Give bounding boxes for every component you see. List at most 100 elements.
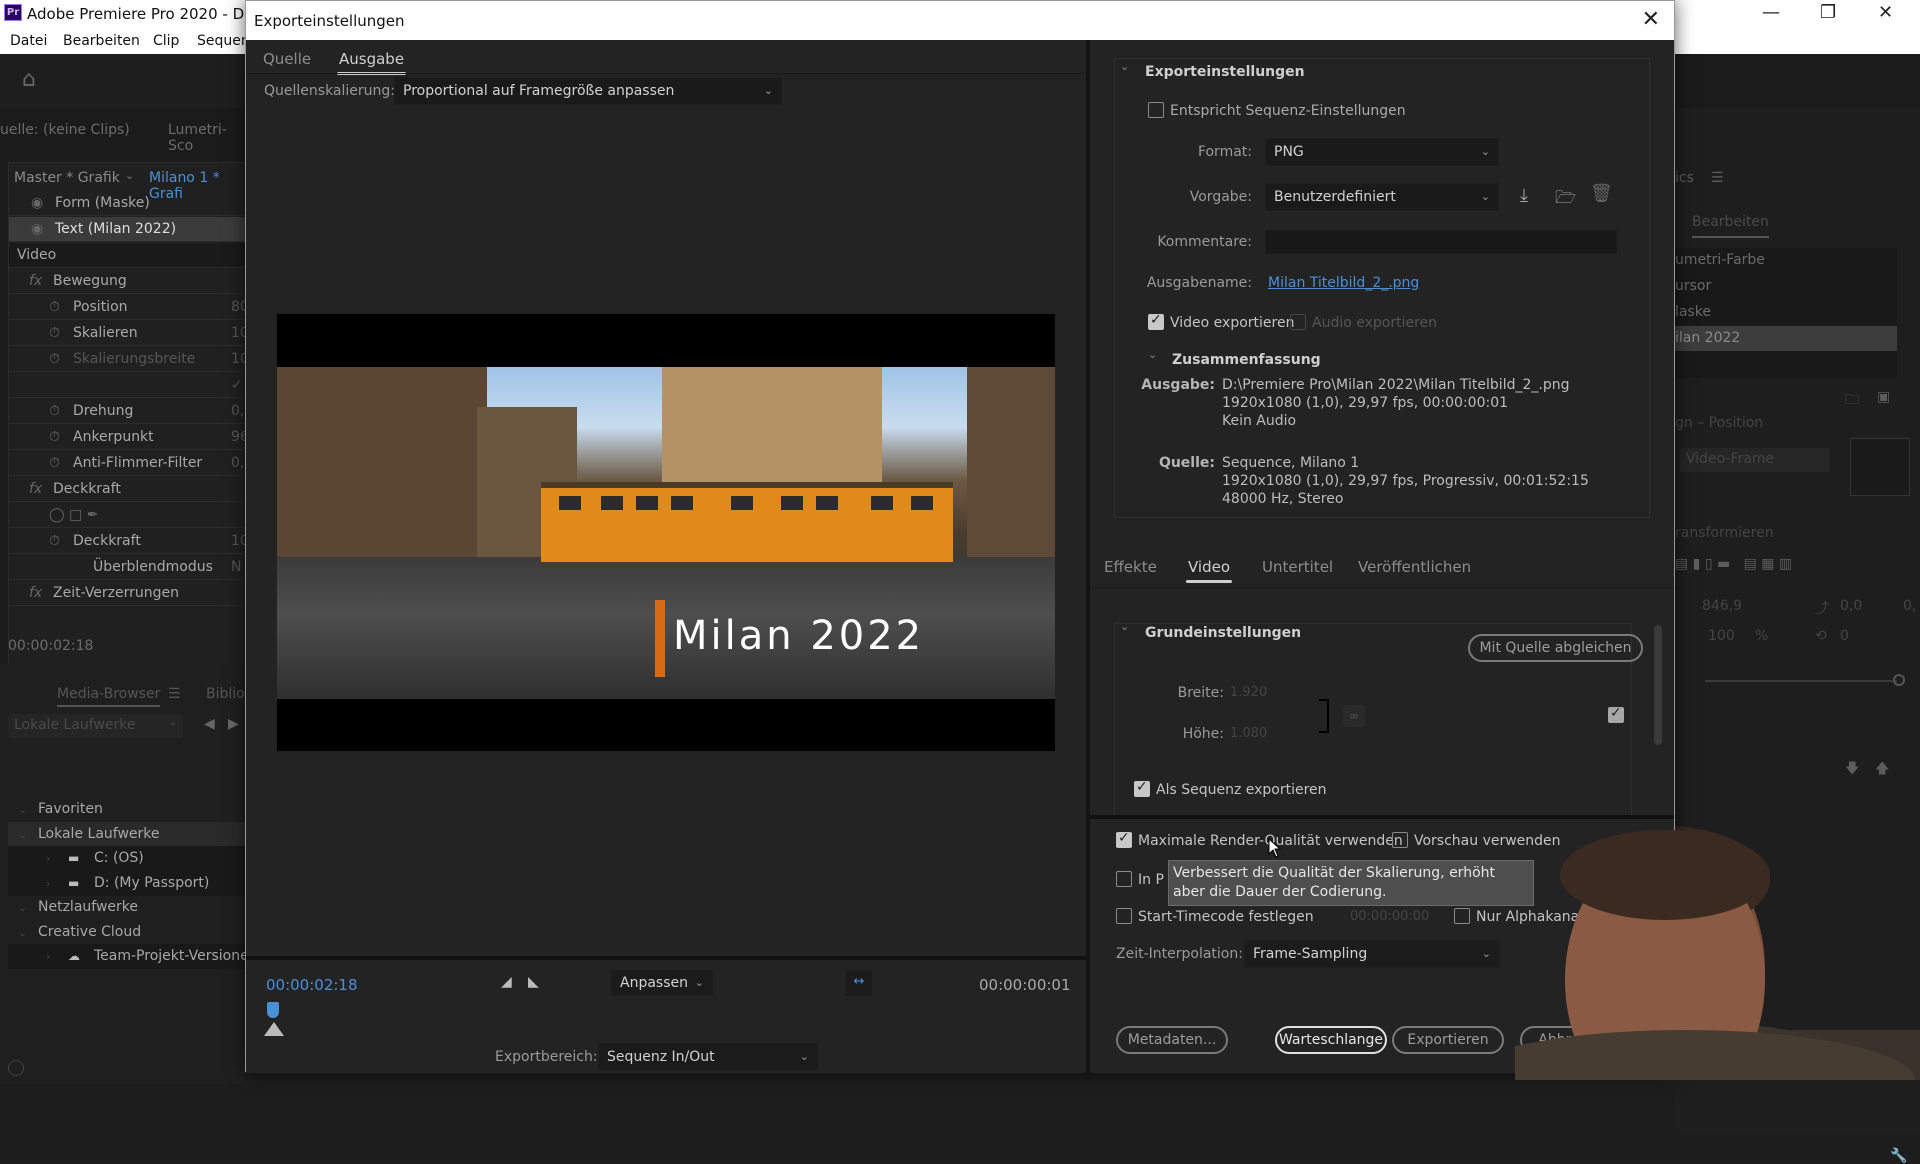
- start-timecode-checkbox[interactable]: Start-Timecode festlegen: [1116, 908, 1314, 925]
- cancel-button[interactable]: Abbrechen: [1520, 1026, 1632, 1054]
- layer-item[interactable]: ursor: [1675, 274, 1897, 299]
- delete-preset-icon[interactable]: 🗑: [1590, 183, 1613, 204]
- drives-dropdown[interactable]: Lokale Laufwerke ⌄: [8, 714, 183, 738]
- chevron-right-icon[interactable]: ›: [46, 871, 50, 896]
- opacity-slider[interactable]: [1705, 680, 1897, 682]
- tab-veroeffentlichen[interactable]: Veröffentlichen: [1358, 558, 1471, 576]
- stopwatch-icon[interactable]: ⏱: [49, 529, 60, 554]
- playhead-handle[interactable]: [267, 1002, 279, 1018]
- source-scaling-dropdown[interactable]: Proportional auf Framegröße anpassen ⌄: [394, 77, 782, 105]
- position-value[interactable]: 846,9: [1702, 598, 1742, 614]
- anchor-value-2[interactable]: 0,: [1903, 598, 1916, 614]
- forward-arrow-icon[interactable]: ▶: [228, 716, 239, 732]
- stopwatch-icon[interactable]: ⏱: [49, 321, 60, 346]
- align-icons[interactable]: ▤ ▮ ▯ ▬ ▤ ▦ ▥: [1675, 556, 1792, 572]
- time-interpolation-dropdown[interactable]: Frame-Sampling ⌄: [1244, 940, 1500, 968]
- effect-row[interactable]: ⏱Anti-Flimmer-Filter0,00: [9, 451, 262, 476]
- new-layer-icon[interactable]: ▣: [1877, 389, 1890, 405]
- use-preview-checkbox[interactable]: Vorschau verwenden: [1392, 832, 1561, 849]
- tree-item[interactable]: › ☁ Team-Projekt-Versionen: [8, 944, 258, 969]
- layer-item-selected[interactable]: ilan 2022: [1675, 326, 1897, 351]
- effect-row[interactable]: ⏱Skalierungsbreite100: [9, 347, 258, 372]
- tab-untertitel[interactable]: Untertitel: [1262, 558, 1333, 576]
- effect-row[interactable]: ⏱Deckkraft100: [9, 529, 258, 554]
- metadata-button[interactable]: Metadaten...: [1116, 1026, 1228, 1054]
- mark-in-icon[interactable]: ◢: [501, 974, 512, 990]
- tab-effekte[interactable]: Effekte: [1104, 558, 1157, 576]
- menu-datei[interactable]: Datei: [10, 33, 47, 49]
- current-timecode[interactable]: 00:00:02:18: [266, 976, 358, 994]
- height-value[interactable]: 1.080: [1230, 726, 1267, 741]
- checkbox-unchecked[interactable]: [1290, 314, 1306, 330]
- chevron-down-icon[interactable]: ⌄: [125, 169, 134, 182]
- link-icon[interactable]: ∞: [1343, 705, 1365, 727]
- libraries-tab[interactable]: Biblio: [206, 686, 245, 702]
- format-dropdown[interactable]: PNG ⌄: [1265, 138, 1499, 166]
- chevron-down-icon[interactable]: ⌄: [1148, 348, 1157, 361]
- tree-item[interactable]: › ▬ C: (OS): [8, 846, 245, 871]
- effect-row-value[interactable]: ✓: [231, 373, 243, 398]
- comments-input[interactable]: [1265, 230, 1617, 254]
- preset-dropdown[interactable]: Benutzerdefiniert ⌄: [1265, 183, 1499, 211]
- work-area-marker[interactable]: [264, 1022, 284, 1036]
- fx-icon[interactable]: fx: [29, 581, 42, 606]
- source-tab[interactable]: uelle: (keine Clips): [0, 122, 130, 138]
- alpha-only-checkbox[interactable]: Nur Alphakanal wiedergeben: [1454, 908, 1678, 925]
- tree-item[interactable]: ⌄ Netzlaufwerke: [8, 895, 245, 920]
- size-override-checkbox[interactable]: [1608, 705, 1624, 723]
- scale-value[interactable]: 100: [1708, 628, 1735, 644]
- eye-icon[interactable]: ◉: [31, 217, 43, 242]
- effect-row[interactable]: ◯ □ ✒: [9, 503, 249, 528]
- export-button[interactable]: Exportieren: [1392, 1026, 1504, 1054]
- width-value[interactable]: 1.920: [1230, 685, 1267, 700]
- as-sequence-checkbox[interactable]: Als Sequenz exportieren: [1134, 779, 1327, 798]
- panel-tab-partial[interactable]: ics: [1675, 170, 1694, 186]
- stopwatch-icon[interactable]: ⏱: [49, 451, 60, 476]
- lumetri-scopes-tab[interactable]: Lumetri-Sco: [168, 122, 245, 154]
- arrow-down-icon[interactable]: 🡇: [1845, 758, 1859, 782]
- export-video-checkbox[interactable]: Video exportieren: [1148, 312, 1294, 331]
- menu-sequenz[interactable]: Sequen: [197, 33, 250, 49]
- tree-item[interactable]: ⌄ Favoriten: [8, 797, 245, 822]
- effect-row[interactable]: Video: [9, 243, 249, 268]
- tree-item[interactable]: › ▬ D: (My Passport): [8, 870, 245, 896]
- stopwatch-icon[interactable]: ⏱: [49, 399, 60, 424]
- effect-row[interactable]: ⏱Ankerpunkt960: [9, 425, 258, 450]
- stopwatch-icon[interactable]: ⏱: [49, 347, 60, 372]
- master-clip-label[interactable]: Master * Grafik: [14, 170, 120, 186]
- fx-icon[interactable]: fx: [29, 269, 42, 294]
- effect-row[interactable]: ◉ Text (Milan 2022): [9, 217, 249, 242]
- export-range-dropdown[interactable]: Sequenz In/Out ⌄: [598, 1043, 818, 1071]
- stopwatch-icon[interactable]: ⏱: [49, 425, 60, 450]
- chevron-down-icon[interactable]: ⌄: [18, 797, 27, 822]
- anchor-value[interactable]: 0,0: [1840, 598, 1862, 614]
- checkbox-checked[interactable]: [1148, 312, 1164, 330]
- chevron-down-icon[interactable]: ⌄: [18, 920, 27, 945]
- import-preset-icon[interactable]: 🗁: [1555, 185, 1576, 214]
- tree-item[interactable]: ⌄ Lokale Laufwerke: [8, 821, 245, 847]
- close-dialog-button[interactable]: ✕: [1642, 7, 1660, 32]
- arrow-up-icon[interactable]: 🡅: [1875, 758, 1889, 782]
- rotation-value[interactable]: 0: [1840, 628, 1849, 644]
- checkbox-checked[interactable]: [1134, 779, 1150, 797]
- effect-row[interactable]: fx Deckkraft: [9, 477, 249, 502]
- max-render-quality-checkbox[interactable]: Maximale Render-Qualität verwenden: [1116, 830, 1403, 849]
- effect-row[interactable]: ⏱Skalieren100: [9, 321, 258, 346]
- checkbox-unchecked[interactable]: [1116, 871, 1132, 887]
- home-icon[interactable]: ⌂: [22, 67, 36, 92]
- in-project-checkbox[interactable]: In P: [1116, 871, 1164, 888]
- chevron-down-icon[interactable]: ⌄: [18, 895, 27, 920]
- align-dropdown[interactable]: Video-Frame: [1680, 448, 1830, 472]
- effect-row[interactable]: Überblendmodus N: [9, 555, 249, 580]
- fx-icon[interactable]: fx: [29, 477, 42, 502]
- edit-tab[interactable]: Bearbeiten: [1692, 214, 1769, 238]
- effect-row[interactable]: ⏱ Drehung 0,0: [9, 399, 253, 424]
- checkbox-checked[interactable]: [1116, 830, 1132, 848]
- checkbox-unchecked[interactable]: [1454, 908, 1470, 924]
- output-name-link[interactable]: Milan Titelbild_2_.png: [1268, 275, 1419, 291]
- mask-tools-icons[interactable]: ◯ □ ✒: [49, 503, 99, 528]
- wrench-icon[interactable]: 🔧: [1890, 1148, 1907, 1164]
- export-audio-checkbox[interactable]: Audio exportieren: [1290, 314, 1437, 331]
- maximize-button[interactable]: ❐: [1820, 2, 1836, 23]
- effect-row[interactable]: ⏱Position808: [9, 295, 258, 320]
